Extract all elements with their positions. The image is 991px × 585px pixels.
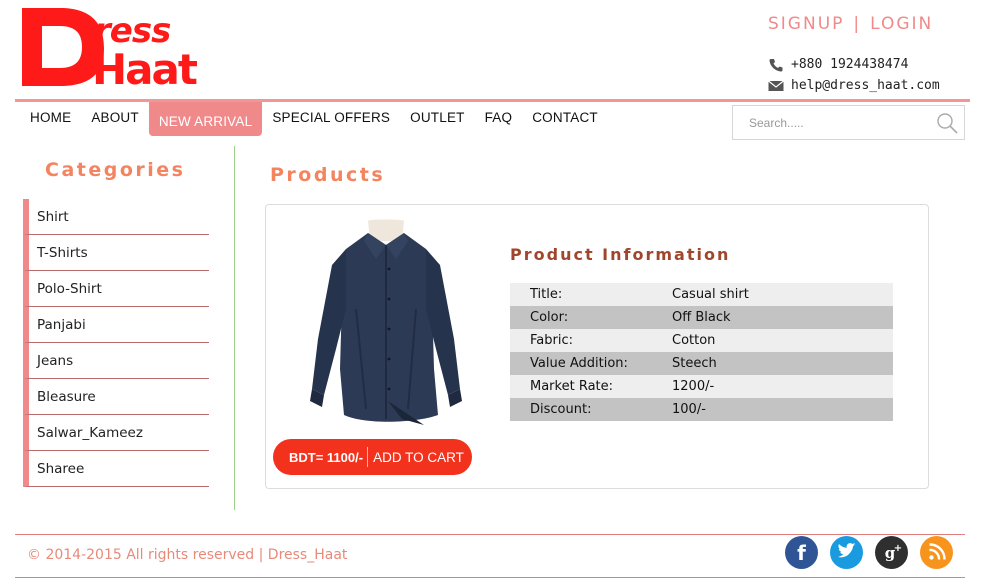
nav-contact[interactable]: CONTACT xyxy=(522,102,608,136)
svg-text:f: f xyxy=(797,541,806,565)
footer-divider-top xyxy=(15,534,965,535)
svg-text:+: + xyxy=(894,543,902,554)
info-key: Color: xyxy=(510,306,672,329)
phone-number: +880 1924438474 xyxy=(791,57,909,72)
category-jeans[interactable]: Jeans xyxy=(23,343,209,379)
product-image[interactable] xyxy=(306,219,466,431)
search-input[interactable] xyxy=(733,106,923,139)
login-link[interactable]: LOGIN xyxy=(870,14,933,34)
google-plus-icon[interactable]: g + xyxy=(875,536,908,569)
phone-icon xyxy=(768,58,784,72)
info-value: Steech xyxy=(672,352,893,375)
auth-links: SIGNUP | LOGIN xyxy=(768,14,933,34)
nav-home[interactable]: HOME xyxy=(15,102,81,136)
category-t-shirts[interactable]: T-Shirts xyxy=(23,235,209,271)
info-key: Market Rate: xyxy=(510,375,672,398)
table-row: Discount: 100/- xyxy=(510,398,893,421)
categories-heading: Categories xyxy=(45,159,186,181)
svg-text:Haat: Haat xyxy=(92,45,198,88)
add-to-cart-label: ADD TO CART xyxy=(373,449,464,465)
phone-contact: +880 1924438474 xyxy=(768,57,908,72)
table-row: Market Rate: 1200/- xyxy=(510,375,893,398)
products-heading: Products xyxy=(270,164,386,186)
product-price: BDT= 1100/- xyxy=(289,449,364,465)
info-value: 1200/- xyxy=(672,375,893,398)
category-sharee[interactable]: Sharee xyxy=(23,451,209,487)
nav-special-offers[interactable]: SPECIAL OFFERS xyxy=(262,102,400,136)
table-row: Value Addition: Steech xyxy=(510,352,893,375)
product-card: BDT= 1100/- ADD TO CART Product Informat… xyxy=(265,204,929,489)
table-row: Title: Casual shirt xyxy=(510,283,893,306)
info-key: Title: xyxy=(510,283,672,306)
nav-outlet[interactable]: OUTLET xyxy=(400,102,474,136)
facebook-icon[interactable]: f xyxy=(785,536,818,569)
footer-divider-bottom xyxy=(15,577,965,578)
product-info-heading: Product Information xyxy=(510,245,731,264)
signup-link[interactable]: SIGNUP xyxy=(768,14,844,34)
main-nav: HOME ABOUT NEW ARRIVAL SPECIAL OFFERS OU… xyxy=(15,102,608,136)
info-value: Casual shirt xyxy=(672,283,893,306)
search-icon[interactable] xyxy=(936,112,958,134)
info-value: Cotton xyxy=(672,329,893,352)
table-row: Fabric: Cotton xyxy=(510,329,893,352)
nav-new-arrival[interactable]: NEW ARRIVAL xyxy=(148,102,263,136)
button-divider xyxy=(367,447,369,467)
table-row: Color: Off Black xyxy=(510,306,893,329)
sidebar-divider xyxy=(234,146,235,510)
nav-faq[interactable]: FAQ xyxy=(475,102,523,136)
category-bleasure[interactable]: Bleasure xyxy=(23,379,209,415)
auth-separator: | xyxy=(853,14,862,34)
category-shirt[interactable]: Shirt xyxy=(23,199,209,235)
info-value: Off Black xyxy=(672,306,893,329)
dress-haat-logo[interactable]: ress Haat xyxy=(22,6,222,88)
category-list: Shirt T-Shirts Polo-Shirt Panjabi Jeans … xyxy=(23,199,209,487)
category-panjabi[interactable]: Panjabi xyxy=(23,307,209,343)
category-polo-shirt[interactable]: Polo-Shirt xyxy=(23,271,209,307)
nav-about[interactable]: ABOUT xyxy=(81,102,149,136)
product-info-table: Title: Casual shirt Color: Off Black Fab… xyxy=(510,283,893,421)
category-salwar-kameez[interactable]: Salwar_Kameez xyxy=(23,415,209,451)
email-address[interactable]: help@dress_haat.com xyxy=(791,78,940,93)
info-key: Value Addition: xyxy=(510,352,672,375)
info-key: Discount: xyxy=(510,398,672,421)
copyright-text: © 2014-2015 All rights reserved | Dress_… xyxy=(27,547,348,563)
rss-icon[interactable] xyxy=(920,536,953,569)
info-key: Fabric: xyxy=(510,329,672,352)
search-box xyxy=(732,105,965,140)
twitter-icon[interactable] xyxy=(830,536,863,569)
add-to-cart-button[interactable]: BDT= 1100/- ADD TO CART xyxy=(273,439,472,475)
info-value: 100/- xyxy=(672,398,893,421)
mail-icon xyxy=(768,79,784,93)
email-contact: help@dress_haat.com xyxy=(768,78,940,93)
